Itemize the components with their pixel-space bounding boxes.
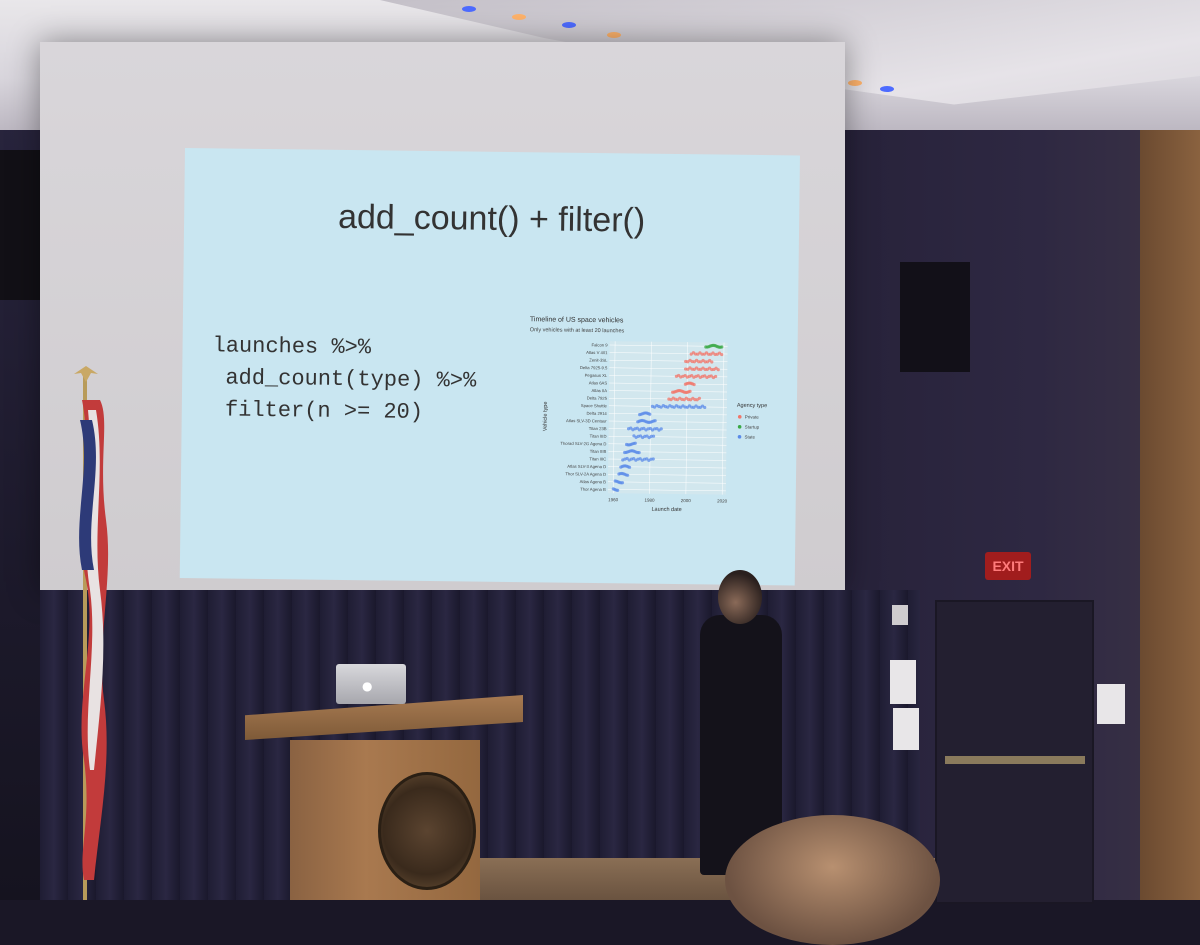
chart-subtitle: Only vehicles with at least 20 launches xyxy=(530,327,625,334)
legend-label: Private xyxy=(745,414,760,419)
audience-member-head xyxy=(725,815,940,945)
y-tick-label: Titan IIIC xyxy=(589,456,606,461)
plot-area xyxy=(607,341,728,495)
y-axis-label: Vehicle type xyxy=(543,402,549,432)
wall-notice xyxy=(893,708,919,750)
y-tick-label: Thor SLV-2A Agena D xyxy=(565,471,606,476)
y-tick-label: Atlas 6AS xyxy=(589,380,608,385)
y-tick-label: Thorad SLV-2G Agena D xyxy=(560,441,606,447)
x-tick-label: 1960 xyxy=(608,497,619,502)
slide-title: add_count() + filter() xyxy=(337,197,646,240)
light-switch xyxy=(892,605,908,625)
y-tick-label: Pegasus XL xyxy=(585,373,608,378)
wall-notice xyxy=(1097,684,1125,724)
x-tick-label: 2000 xyxy=(681,498,692,503)
y-tick-label: Atlas IIA xyxy=(591,388,607,393)
legend-marker xyxy=(737,424,742,429)
wood-panel xyxy=(1140,130,1200,900)
ceiling-light xyxy=(512,14,526,20)
legend-title: Agency type xyxy=(737,403,767,409)
door xyxy=(935,600,1094,904)
code-line: filter(n >= 20) xyxy=(211,397,424,425)
y-tick-label: Atlas V 401 xyxy=(586,350,608,355)
ceiling-light xyxy=(562,22,576,28)
y-tick-label: Space Shuttle xyxy=(581,403,608,408)
legend-label: State xyxy=(744,434,755,439)
wall-notice xyxy=(890,660,916,704)
ceiling-light xyxy=(607,32,621,38)
y-tick-label: Delta 7925 xyxy=(587,396,608,401)
podium-seal xyxy=(378,772,476,890)
eagle-finial-icon xyxy=(74,366,98,382)
y-tick-label: Zenit-3SL xyxy=(589,358,608,363)
code-block: launches %>% add_count(type) %>% filter(… xyxy=(212,330,477,429)
ceiling-light xyxy=(880,86,894,92)
y-tick-label: Delta 2914 xyxy=(586,411,607,416)
ceiling-light xyxy=(462,6,476,12)
legend-label: Startup xyxy=(745,424,760,429)
y-tick-label: Atlas Agena B xyxy=(580,479,607,484)
code-line: add_count(type) %>% xyxy=(212,365,477,394)
y-tick-label: Titan 23B xyxy=(589,426,607,431)
y-tick-label: Titan IIID xyxy=(590,434,607,439)
timeline-chart: Timeline of US space vehicles Only vehicl… xyxy=(530,316,767,513)
slide: add_count() + filter() launches %>% add_… xyxy=(179,148,800,586)
x-tick-label: 2020 xyxy=(717,499,728,504)
exit-sign: EXIT xyxy=(985,552,1031,580)
presenter-head xyxy=(718,570,762,624)
ceiling-light xyxy=(848,80,862,86)
y-tick-label: Atlas SLV-3D Centaur xyxy=(566,418,607,424)
y-tick-label: Atlas SLV-3 Agena D xyxy=(567,464,606,469)
y-tick-label: Falcon 9 xyxy=(592,342,609,347)
door-push-bar xyxy=(945,756,1085,764)
x-tick-label: 1980 xyxy=(644,498,655,503)
x-axis-label: Launch date xyxy=(651,507,681,513)
y-tick-label: Titan IIIB xyxy=(590,449,607,454)
y-tick-label: Delta 7925-9.5 xyxy=(580,365,608,370)
y-tick-label: Thor Agena B xyxy=(580,487,606,492)
legend-marker xyxy=(737,434,742,439)
speaker-right xyxy=(900,262,970,372)
chart-title: Timeline of US space vehicles xyxy=(530,316,624,324)
code-line: launches %>% xyxy=(212,333,372,361)
legend-marker xyxy=(737,414,742,419)
laptop-logo-icon: ● xyxy=(362,679,373,693)
us-flag xyxy=(79,400,109,880)
